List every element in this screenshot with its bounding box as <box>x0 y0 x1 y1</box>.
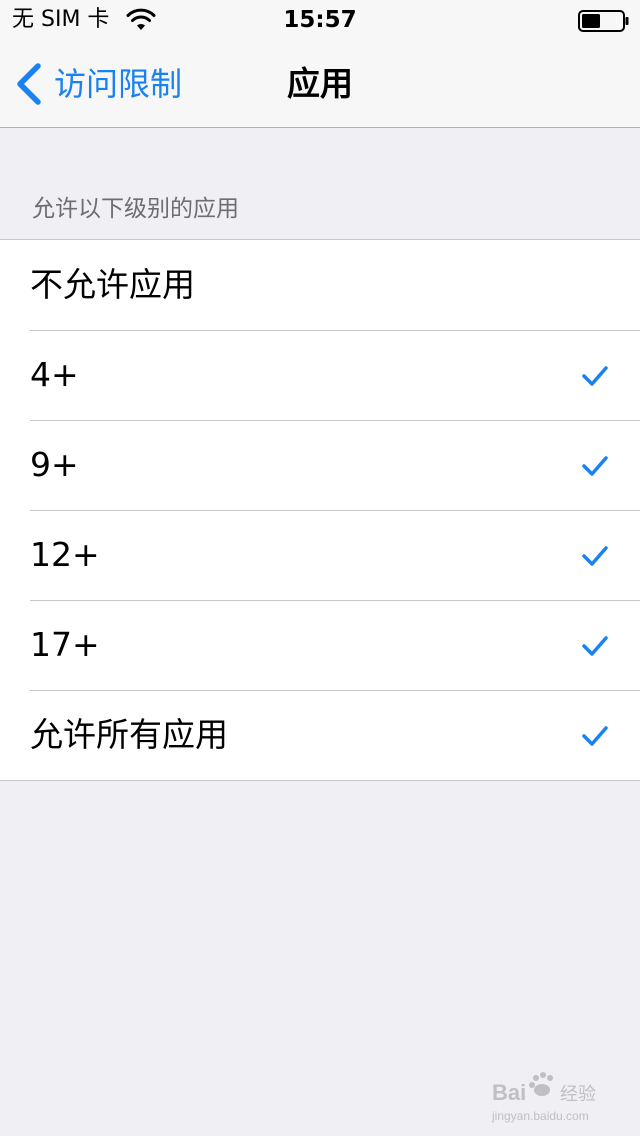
svg-text:Bai: Bai <box>492 1080 526 1105</box>
section-header: 允许以下级别的应用 <box>32 196 239 222</box>
option-label: 9+ <box>30 445 79 484</box>
option-4-plus[interactable]: 4+ <box>0 330 640 420</box>
baidu-jingyan-watermark: Bai 经验 jingyan.baidu.com <box>491 1072 596 1123</box>
option-all-apps[interactable]: 允许所有应用 <box>0 690 640 780</box>
option-no-apps[interactable]: 不允许应用 <box>0 240 640 330</box>
option-17-plus[interactable]: 17+ <box>0 600 640 690</box>
option-label: 4+ <box>30 355 79 394</box>
option-label: 不允许应用 <box>30 265 195 304</box>
option-label: 17+ <box>30 625 100 664</box>
battery-icon <box>578 10 629 32</box>
option-label: 允许所有应用 <box>30 715 228 754</box>
option-12-plus[interactable]: 12+ <box>0 510 640 600</box>
checkmark-icon <box>582 636 608 656</box>
rating-options-list: 不允许应用 4+ 9+ 12+ 17+ 允许所有应用 <box>0 239 640 781</box>
status-bar: 无 SIM 卡 15:57 <box>0 0 640 40</box>
page-title: 应用 <box>287 64 353 103</box>
checkmark-icon <box>582 456 608 476</box>
svg-text:经验: 经验 <box>560 1084 596 1105</box>
option-9-plus[interactable]: 9+ <box>0 420 640 510</box>
checkmark-icon <box>582 366 608 386</box>
checkmark-icon <box>582 726 608 746</box>
navigation-bar: 访问限制 应用 <box>0 40 640 128</box>
checkmark-icon <box>582 546 608 566</box>
option-label: 12+ <box>30 535 100 574</box>
status-time: 15:57 <box>283 7 357 33</box>
svg-text:jingyan.baidu.com: jingyan.baidu.com <box>491 1109 589 1123</box>
